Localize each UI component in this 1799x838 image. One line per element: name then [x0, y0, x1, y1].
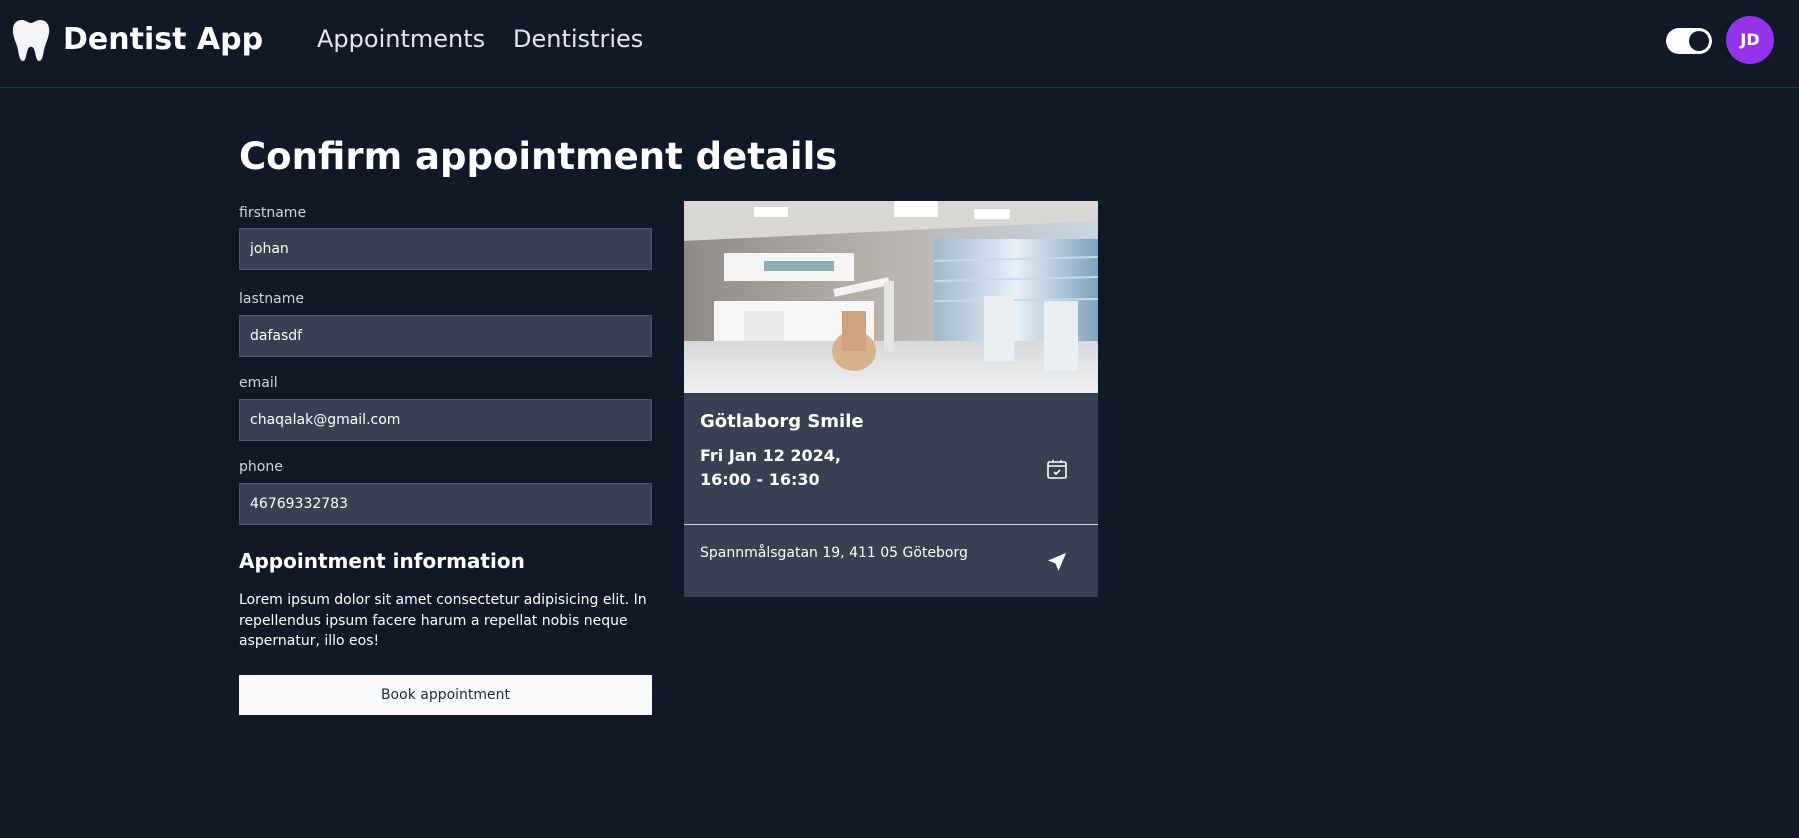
phone-label: phone: [239, 459, 283, 475]
nav-dentistries[interactable]: Dentistries: [513, 23, 643, 55]
appointment-date: Fri Jan 12 2024,: [700, 446, 842, 465]
phone-input[interactable]: [239, 483, 652, 525]
top-navbar: Dentist App Appointments Dentistries JD: [0, 0, 1799, 88]
appointment-info-title: Appointment information: [239, 549, 525, 573]
card-divider: [684, 524, 1098, 525]
clinic-address: Spannmålsgatan 19, 411 05 Göteborg: [700, 545, 968, 561]
email-label: email: [239, 375, 278, 391]
lastname-label: lastname: [239, 291, 304, 307]
clinic-photo-illustration: [684, 201, 1098, 393]
appointment-datetime: Fri Jan 12 2024, 16:00 - 16:30: [700, 444, 841, 492]
appointment-time: 16:00 - 16:30: [700, 470, 820, 489]
book-appointment-button[interactable]: Book appointment: [239, 675, 652, 715]
app-title[interactable]: Dentist App: [63, 20, 263, 60]
tooth-icon: [12, 20, 50, 61]
page-title: Confirm appointment details: [239, 135, 838, 178]
user-avatar[interactable]: JD: [1726, 16, 1774, 64]
appointment-info-text: Lorem ipsum dolor sit amet consectetur a…: [239, 592, 647, 649]
toggle-knob: [1689, 31, 1709, 51]
calendar-check-icon[interactable]: [1046, 458, 1068, 480]
lastname-input[interactable]: [239, 315, 652, 357]
firstname-label: firstname: [239, 205, 307, 221]
firstname-input[interactable]: [239, 228, 652, 270]
email-input[interactable]: [239, 399, 652, 441]
clinic-name: Götlaborg Smile: [700, 411, 864, 432]
theme-toggle[interactable]: [1666, 28, 1712, 54]
nav-appointments[interactable]: Appointments: [317, 23, 485, 55]
navigation-arrow-icon[interactable]: [1045, 550, 1069, 574]
dentistry-card: Götlaborg Smile Fri Jan 12 2024, 16:00 -…: [684, 201, 1098, 597]
clinic-image: [684, 201, 1098, 393]
